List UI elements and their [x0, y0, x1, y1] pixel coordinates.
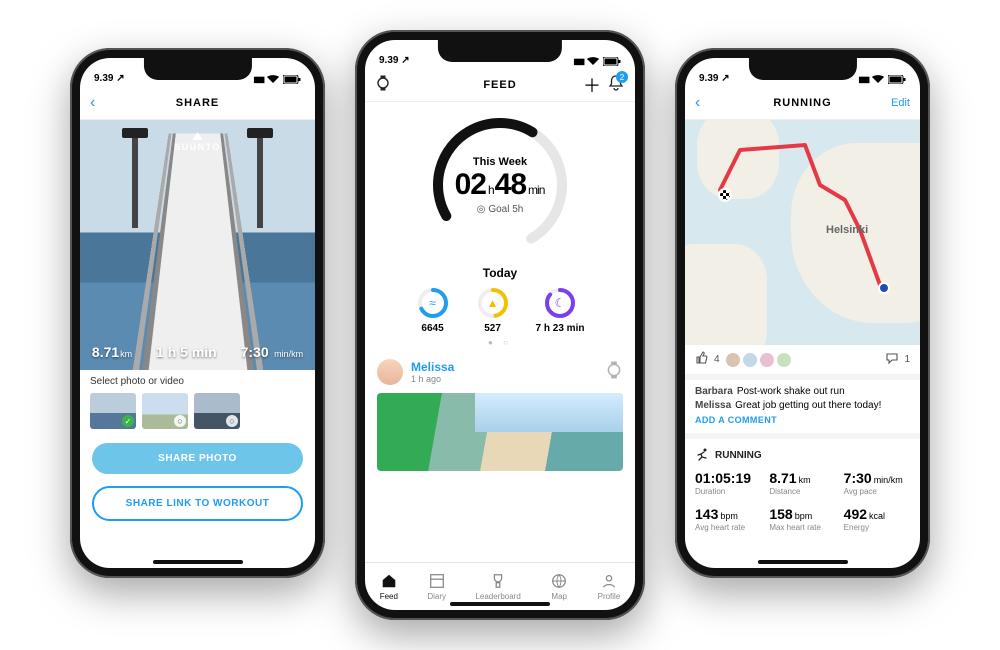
battery-icon — [603, 57, 621, 66]
wifi-icon — [872, 75, 884, 84]
flame-icon: ▲ — [476, 286, 510, 320]
mini-steps[interactable]: ≈ 6645 — [416, 286, 450, 334]
signal-icon — [253, 74, 263, 84]
post-author: Melissa — [411, 360, 597, 374]
phone-share: 9.39 ↗ ‹ SHARE — [70, 48, 325, 578]
comment-line: MelissaGreat job getting out there today… — [695, 400, 910, 411]
comments-section: BarbaraPost-work shake out run MelissaGr… — [685, 380, 920, 439]
edit-button[interactable]: Edit — [891, 97, 910, 109]
week-time: 02h48min — [455, 168, 546, 202]
route-map[interactable]: Helsinki — [685, 120, 920, 345]
brand-logo: SUUNTO — [174, 132, 221, 152]
add-icon: ○ — [174, 415, 186, 427]
moon-icon: ☾ — [543, 286, 577, 320]
select-photo-label: Select photo or video — [80, 370, 315, 389]
goal-label: ◎Goal 5h — [477, 204, 524, 215]
comment-icon — [885, 351, 899, 368]
page-title: RUNNING — [773, 97, 831, 109]
share-link-button[interactable]: SHARE LINK TO WORKOUT — [92, 486, 303, 521]
tab-leaderboard[interactable]: Leaderboard — [475, 572, 520, 601]
share-photo-preview: SUUNTO 8.71km 1 h 5 min 7:30 min/km — [80, 120, 315, 370]
add-icon: ○ — [226, 415, 238, 427]
comment-line: BarbaraPost-work shake out run — [695, 386, 910, 397]
stat-energy: 492kcalEnergy — [844, 506, 910, 532]
navbar: FEED ＋ 2 — [365, 68, 635, 102]
tab-profile[interactable]: Profile — [598, 572, 621, 601]
end-point-icon — [878, 282, 890, 294]
wifi-icon — [267, 75, 279, 84]
thumbnail[interactable]: ✓ — [90, 393, 136, 429]
back-icon[interactable]: ‹ — [90, 94, 95, 112]
stat-pace: 7:30min/kmAvg pace — [844, 470, 910, 496]
status-time: 9.39 ↗ — [379, 55, 410, 66]
wifi-icon — [587, 57, 599, 66]
signal-icon — [858, 74, 868, 84]
stat-duration: 01:05:19Duration — [695, 470, 761, 496]
add-icon[interactable]: ＋ — [583, 72, 601, 98]
avatar — [742, 352, 758, 368]
tab-feed[interactable]: Feed — [380, 572, 398, 601]
battery-icon — [888, 75, 906, 84]
mini-calories[interactable]: ▲ 527 — [476, 286, 510, 334]
stat-maxhr: 158bpmMax heart rate — [769, 506, 835, 532]
back-icon[interactable]: ‹ — [695, 94, 700, 112]
likes-row[interactable]: 4 — [695, 351, 792, 368]
week-label: This Week — [473, 156, 527, 168]
stat-distance: 8.71kmDistance — [769, 470, 835, 496]
feed-post-header[interactable]: Melissa 1 h ago — [365, 351, 635, 389]
feed-post-image[interactable] — [377, 393, 623, 471]
status-time: 9.39 ↗ — [94, 73, 125, 84]
stat-pace: 7:30 min/km — [241, 344, 303, 362]
avatar — [725, 352, 741, 368]
stats-grid: 01:05:19Duration 8.71kmDistance 7:30min/… — [685, 466, 920, 542]
watch-icon[interactable] — [375, 75, 391, 94]
map-city-label: Helsinki — [826, 224, 868, 236]
battery-icon — [283, 75, 301, 84]
running-section-header: RUNNING — [685, 439, 920, 466]
weekly-progress-ring: This Week 02h48min ◎Goal 5h — [425, 110, 575, 260]
comments-count[interactable]: 1 — [885, 351, 910, 368]
avatar — [377, 359, 403, 385]
phone-feed: 9.39 ↗ FEED ＋ 2 — [355, 30, 645, 620]
navbar: ‹ SHARE — [80, 86, 315, 120]
thumbs-up-icon — [695, 351, 709, 368]
thumbnail[interactable]: ○ — [194, 393, 240, 429]
share-photo-button[interactable]: SHARE PHOTO — [92, 443, 303, 474]
avatar — [759, 352, 775, 368]
mini-sleep[interactable]: ☾ 7 h 23 min — [536, 286, 585, 334]
watch-icon — [605, 361, 623, 384]
tab-map[interactable]: Map — [550, 572, 568, 601]
page-title: FEED — [483, 79, 516, 91]
thumbnail[interactable]: ○ — [142, 393, 188, 429]
avatar — [776, 352, 792, 368]
status-time: 9.39 ↗ — [699, 73, 730, 84]
page-dots: ● ○ — [488, 338, 512, 347]
start-flag-icon — [718, 188, 732, 202]
bell-icon[interactable]: 2 — [607, 74, 625, 95]
stat-avghr: 143bpmAvg heart rate — [695, 506, 761, 532]
route-path — [685, 120, 920, 345]
stat-duration: 1 h 5 min — [156, 344, 217, 362]
navbar: ‹ RUNNING Edit — [685, 86, 920, 120]
stat-distance: 8.71km — [92, 344, 132, 362]
notification-badge: 2 — [616, 71, 628, 83]
phone-running: 9.39 ↗ ‹ RUNNING Edit Helsinki — [675, 48, 930, 578]
photo-thumbnails: ✓ ○ ○ — [80, 389, 315, 437]
signal-icon — [573, 56, 583, 66]
post-time: 1 h ago — [411, 374, 597, 384]
tab-diary[interactable]: Diary — [427, 572, 446, 601]
steps-icon: ≈ — [416, 286, 450, 320]
add-comment-button[interactable]: ADD A COMMENT — [695, 415, 910, 425]
page-title: SHARE — [176, 97, 220, 109]
check-icon: ✓ — [122, 415, 134, 427]
target-icon: ◎ — [477, 204, 486, 215]
runner-icon — [695, 447, 709, 464]
